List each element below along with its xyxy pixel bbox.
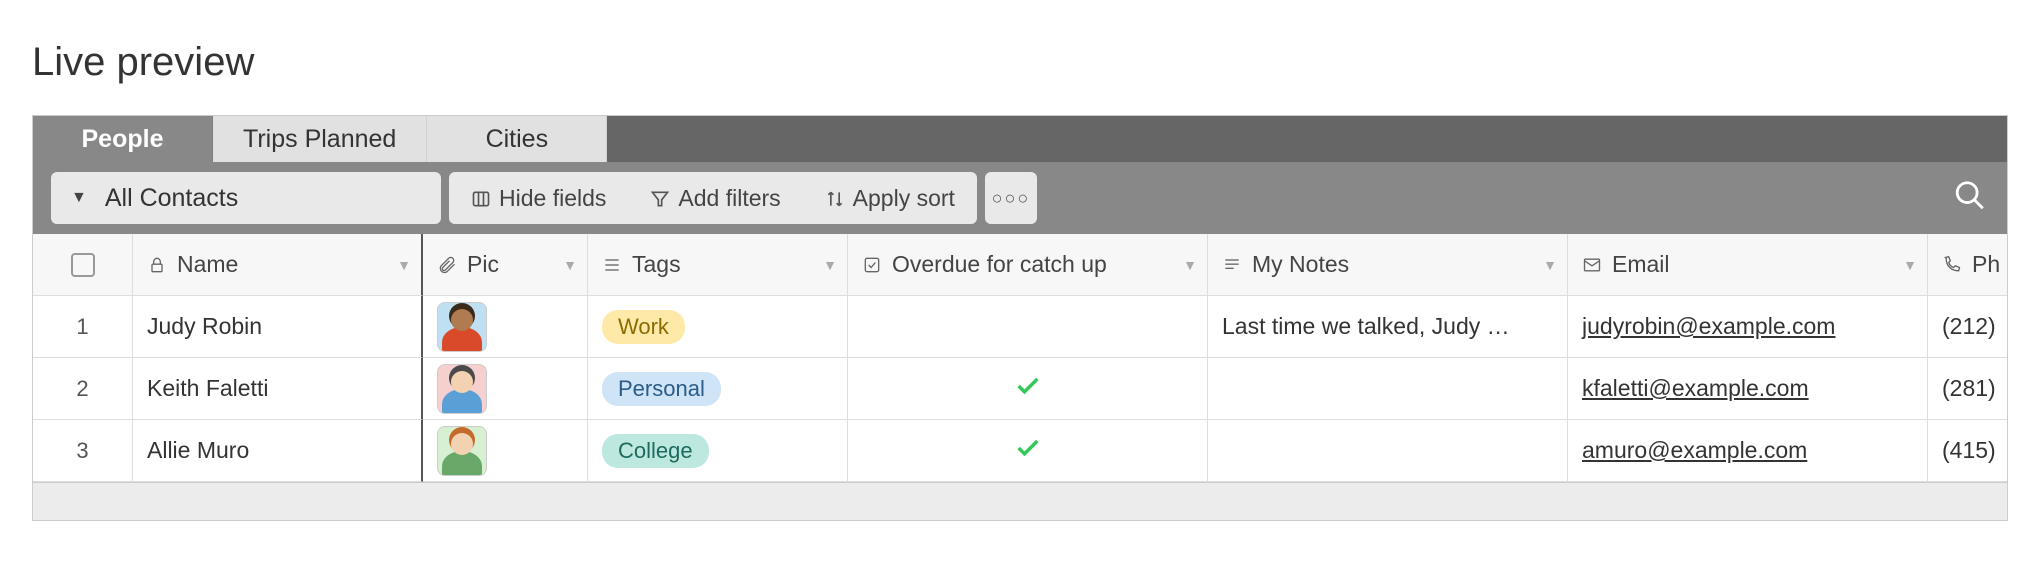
- cell-notes[interactable]: Last time we talked, Judy …: [1208, 296, 1568, 358]
- cell-email[interactable]: judyrobin@example.com: [1568, 296, 1928, 358]
- data-grid: Name ▼ Pic ▼ Tags ▼ Overdue for catch up…: [33, 234, 2007, 482]
- email-link[interactable]: amuro@example.com: [1582, 437, 1807, 464]
- cell-tags[interactable]: College: [588, 420, 848, 482]
- tab-trips-planned[interactable]: Trips Planned: [213, 116, 427, 162]
- hide-fields-icon: [471, 188, 491, 208]
- longtext-icon: [1222, 255, 1242, 275]
- cell-tags[interactable]: Personal: [588, 358, 848, 420]
- add-filters-label: Add filters: [678, 185, 780, 212]
- chevron-down-icon: ▼: [71, 189, 87, 207]
- cell-name[interactable]: Judy Robin: [133, 296, 423, 358]
- cell-overdue[interactable]: [848, 296, 1208, 358]
- filter-icon: [650, 188, 670, 208]
- column-header-notes[interactable]: My Notes ▼: [1208, 234, 1568, 296]
- cell-tags[interactable]: Work: [588, 296, 848, 358]
- column-header-overdue[interactable]: Overdue for catch up ▼: [848, 234, 1208, 296]
- live-preview-panel: People Trips Planned Cities ▼ All Contac…: [32, 115, 2008, 521]
- chevron-down-icon[interactable]: ▼: [1183, 257, 1197, 273]
- cell-overdue[interactable]: [848, 358, 1208, 420]
- lock-icon: [147, 255, 167, 275]
- chevron-down-icon[interactable]: ▼: [823, 257, 837, 273]
- view-name-label: All Contacts: [105, 184, 238, 213]
- email-icon: [1582, 255, 1602, 275]
- sort-icon: [825, 188, 845, 208]
- check-icon: [1014, 434, 1042, 468]
- cell-email[interactable]: amuro@example.com: [1568, 420, 1928, 482]
- kebab-icon: ○○○: [985, 188, 1037, 209]
- tab-cities[interactable]: Cities: [427, 116, 607, 162]
- cell-pic[interactable]: [423, 296, 588, 358]
- phone-icon: [1942, 255, 1962, 275]
- avatar: [437, 364, 487, 414]
- multiselect-icon: [602, 255, 622, 275]
- row-number[interactable]: 2: [33, 358, 133, 420]
- cell-phone[interactable]: (415): [1928, 420, 2008, 482]
- chevron-down-icon[interactable]: ▼: [563, 257, 577, 273]
- chevron-down-icon[interactable]: ▼: [1903, 257, 1917, 273]
- email-link[interactable]: judyrobin@example.com: [1582, 313, 1835, 340]
- cell-notes[interactable]: [1208, 358, 1568, 420]
- hide-fields-label: Hide fields: [499, 185, 606, 212]
- checkbox-icon: [862, 255, 882, 275]
- row-number[interactable]: 1: [33, 296, 133, 358]
- cell-name[interactable]: Keith Faletti: [133, 358, 423, 420]
- avatar: [437, 302, 487, 352]
- cell-email[interactable]: kfaletti@example.com: [1568, 358, 1928, 420]
- column-header-phone[interactable]: Ph: [1928, 234, 2008, 296]
- tabs-bar: People Trips Planned Cities: [33, 116, 2007, 162]
- tag-pill: Work: [602, 310, 685, 344]
- cell-phone[interactable]: (212): [1928, 296, 2008, 358]
- column-header-pic[interactable]: Pic ▼: [423, 234, 588, 296]
- cell-phone[interactable]: (281): [1928, 358, 2008, 420]
- chevron-down-icon[interactable]: ▼: [397, 257, 411, 273]
- column-header-name[interactable]: Name ▼: [133, 234, 423, 296]
- more-options-button[interactable]: ○○○: [985, 172, 1037, 224]
- check-icon: [1014, 372, 1042, 406]
- hide-fields-button[interactable]: Hide fields: [449, 172, 628, 224]
- cell-name[interactable]: Allie Muro: [133, 420, 423, 482]
- tag-pill: Personal: [602, 372, 721, 406]
- cell-notes[interactable]: [1208, 420, 1568, 482]
- cell-overdue[interactable]: [848, 420, 1208, 482]
- avatar: [437, 426, 487, 476]
- column-header-tags[interactable]: Tags ▼: [588, 234, 848, 296]
- column-header-email[interactable]: Email ▼: [1568, 234, 1928, 296]
- search-icon: [1953, 179, 1987, 213]
- tag-pill: College: [602, 434, 709, 468]
- grid-footer: [33, 482, 2007, 520]
- add-filters-button[interactable]: Add filters: [628, 172, 802, 224]
- row-number[interactable]: 3: [33, 420, 133, 482]
- attachment-icon: [437, 255, 457, 275]
- cell-pic[interactable]: [423, 358, 588, 420]
- apply-sort-button[interactable]: Apply sort: [803, 172, 977, 224]
- view-toolbar: ▼ All Contacts Hide fields Add filters: [33, 162, 2007, 234]
- tab-people[interactable]: People: [33, 116, 213, 162]
- page-title: Live preview: [0, 0, 2020, 115]
- apply-sort-label: Apply sort: [853, 185, 955, 212]
- email-link[interactable]: kfaletti@example.com: [1582, 375, 1809, 402]
- chevron-down-icon[interactable]: ▼: [1543, 257, 1557, 273]
- view-actions: Hide fields Add filters Apply sort: [449, 172, 977, 224]
- cell-pic[interactable]: [423, 420, 588, 482]
- column-header-checkbox[interactable]: [33, 234, 133, 296]
- search-button[interactable]: [1953, 179, 1987, 218]
- select-all-checkbox[interactable]: [71, 253, 95, 277]
- view-selector[interactable]: ▼ All Contacts: [51, 172, 441, 224]
